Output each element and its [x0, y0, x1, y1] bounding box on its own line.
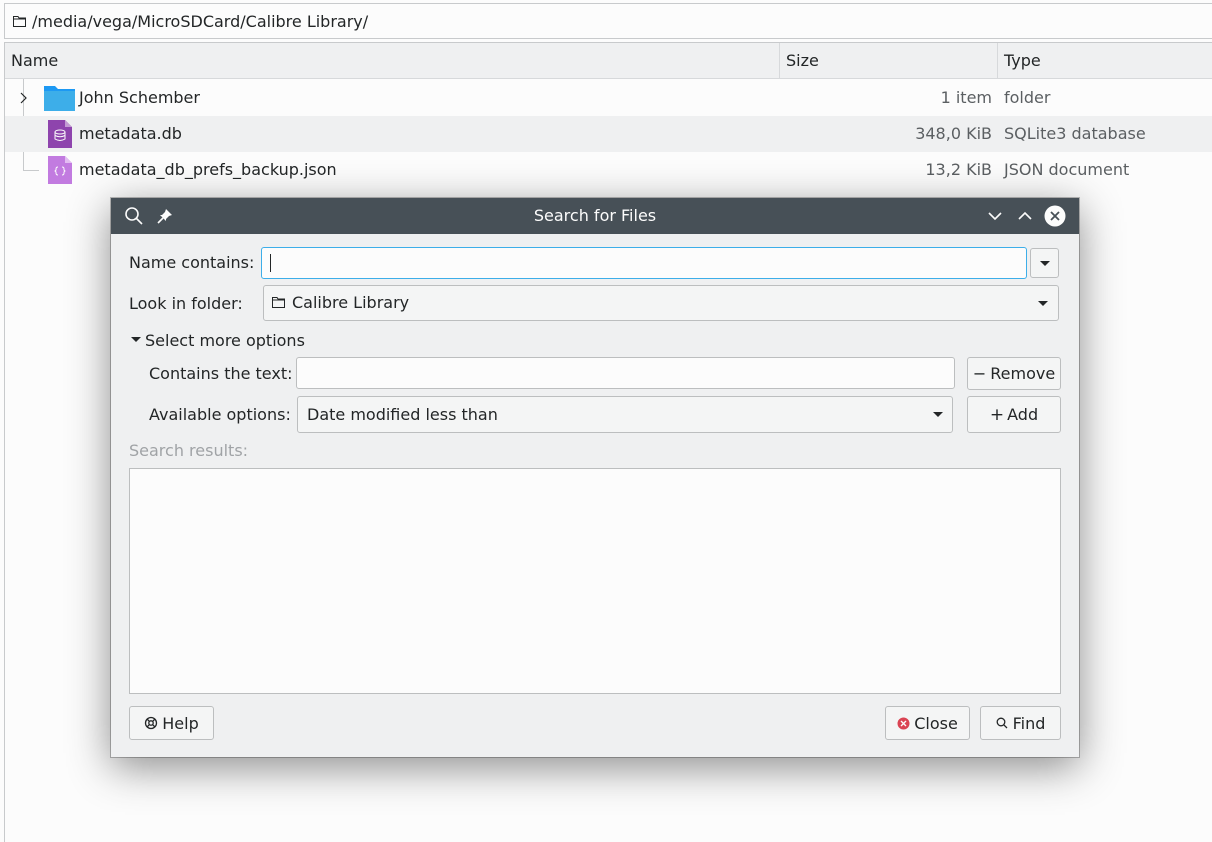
column-size-header[interactable]: Size	[780, 43, 998, 79]
close-icon[interactable]	[1044, 205, 1066, 227]
minimize-icon[interactable]	[985, 206, 1005, 226]
file-type: folder	[1004, 88, 1051, 107]
close-button[interactable]: Close	[885, 706, 970, 740]
chevron-down-icon	[1038, 301, 1048, 306]
chevron-down-icon	[131, 337, 141, 342]
file-row[interactable]: John Schember 1 item folder	[5, 80, 1212, 117]
file-name[interactable]: metadata.db	[79, 116, 182, 152]
chevron-right-icon[interactable]	[18, 91, 28, 105]
remove-button-label: Remove	[990, 364, 1056, 383]
file-size: 1 item	[940, 88, 992, 107]
plus-icon: +	[989, 404, 1005, 425]
file-row[interactable]: metadata.db 348,0 KiB SQLite3 database	[5, 116, 1212, 152]
available-options-value: Date modified less than	[307, 405, 498, 424]
available-options-combo[interactable]: Date modified less than	[297, 396, 953, 433]
contains-text-input[interactable]	[296, 357, 955, 389]
column-header: Name Size Type	[5, 43, 1212, 79]
dialog-titlebar[interactable]: Search for Files	[111, 198, 1079, 234]
dialog-title: Search for Files	[533, 206, 657, 225]
available-options-label: Available options:	[149, 405, 291, 424]
search-results-list[interactable]	[129, 468, 1061, 694]
add-button-label: Add	[1007, 405, 1039, 424]
remove-button[interactable]: − Remove	[967, 357, 1061, 390]
name-contains-label: Name contains:	[129, 253, 255, 272]
database-file-icon	[48, 120, 72, 148]
chevron-down-icon	[933, 412, 943, 417]
close-button-label: Close	[914, 713, 958, 733]
file-size: 13,2 KiB	[925, 160, 992, 179]
name-contains-input[interactable]	[261, 247, 1027, 279]
column-type-header[interactable]: Type	[998, 43, 1212, 79]
file-type: SQLite3 database	[1004, 124, 1146, 143]
name-history-dropdown[interactable]	[1030, 248, 1059, 278]
file-type: JSON document	[1004, 160, 1130, 179]
json-file-icon	[48, 156, 72, 184]
close-circle-icon	[897, 717, 910, 729]
help-button[interactable]: Help	[129, 706, 214, 740]
help-button-label: Help	[162, 713, 199, 733]
more-options-label: Select more options	[145, 331, 305, 350]
file-name[interactable]: metadata_db_prefs_backup.json	[79, 152, 337, 188]
folder-icon	[44, 86, 75, 111]
look-in-folder-value: Calibre Library	[292, 293, 410, 312]
column-name-header[interactable]: Name	[5, 43, 780, 79]
add-button[interactable]: + Add	[967, 396, 1061, 433]
text-cursor	[270, 254, 271, 272]
minus-icon: −	[972, 364, 987, 383]
contains-text-label: Contains the text:	[149, 364, 293, 383]
look-in-folder-label: Look in folder:	[129, 294, 243, 313]
file-row[interactable]: metadata_db_prefs_backup.json 13,2 KiB J…	[5, 152, 1212, 188]
search-dialog: Search for Files Name contains: Look in …	[111, 198, 1079, 757]
search-results-label: Search results:	[129, 441, 249, 460]
find-button-label: Find	[1012, 713, 1046, 733]
find-button[interactable]: Find	[980, 706, 1061, 740]
location-path: /media/vega/MicroSDCard/Calibre Library/	[32, 11, 369, 31]
help-icon	[145, 716, 158, 730]
location-bar[interactable]: /media/vega/MicroSDCard/Calibre Library/	[4, 3, 1212, 39]
file-name[interactable]: John Schember	[79, 80, 200, 117]
look-in-folder-combo[interactable]: Calibre Library	[263, 285, 1059, 321]
search-icon	[996, 717, 1008, 729]
maximize-icon[interactable]	[1015, 206, 1035, 226]
chevron-down-icon	[1040, 261, 1050, 266]
folder-icon	[13, 15, 26, 27]
file-size: 348,0 KiB	[915, 124, 992, 143]
folder-icon	[272, 297, 285, 308]
